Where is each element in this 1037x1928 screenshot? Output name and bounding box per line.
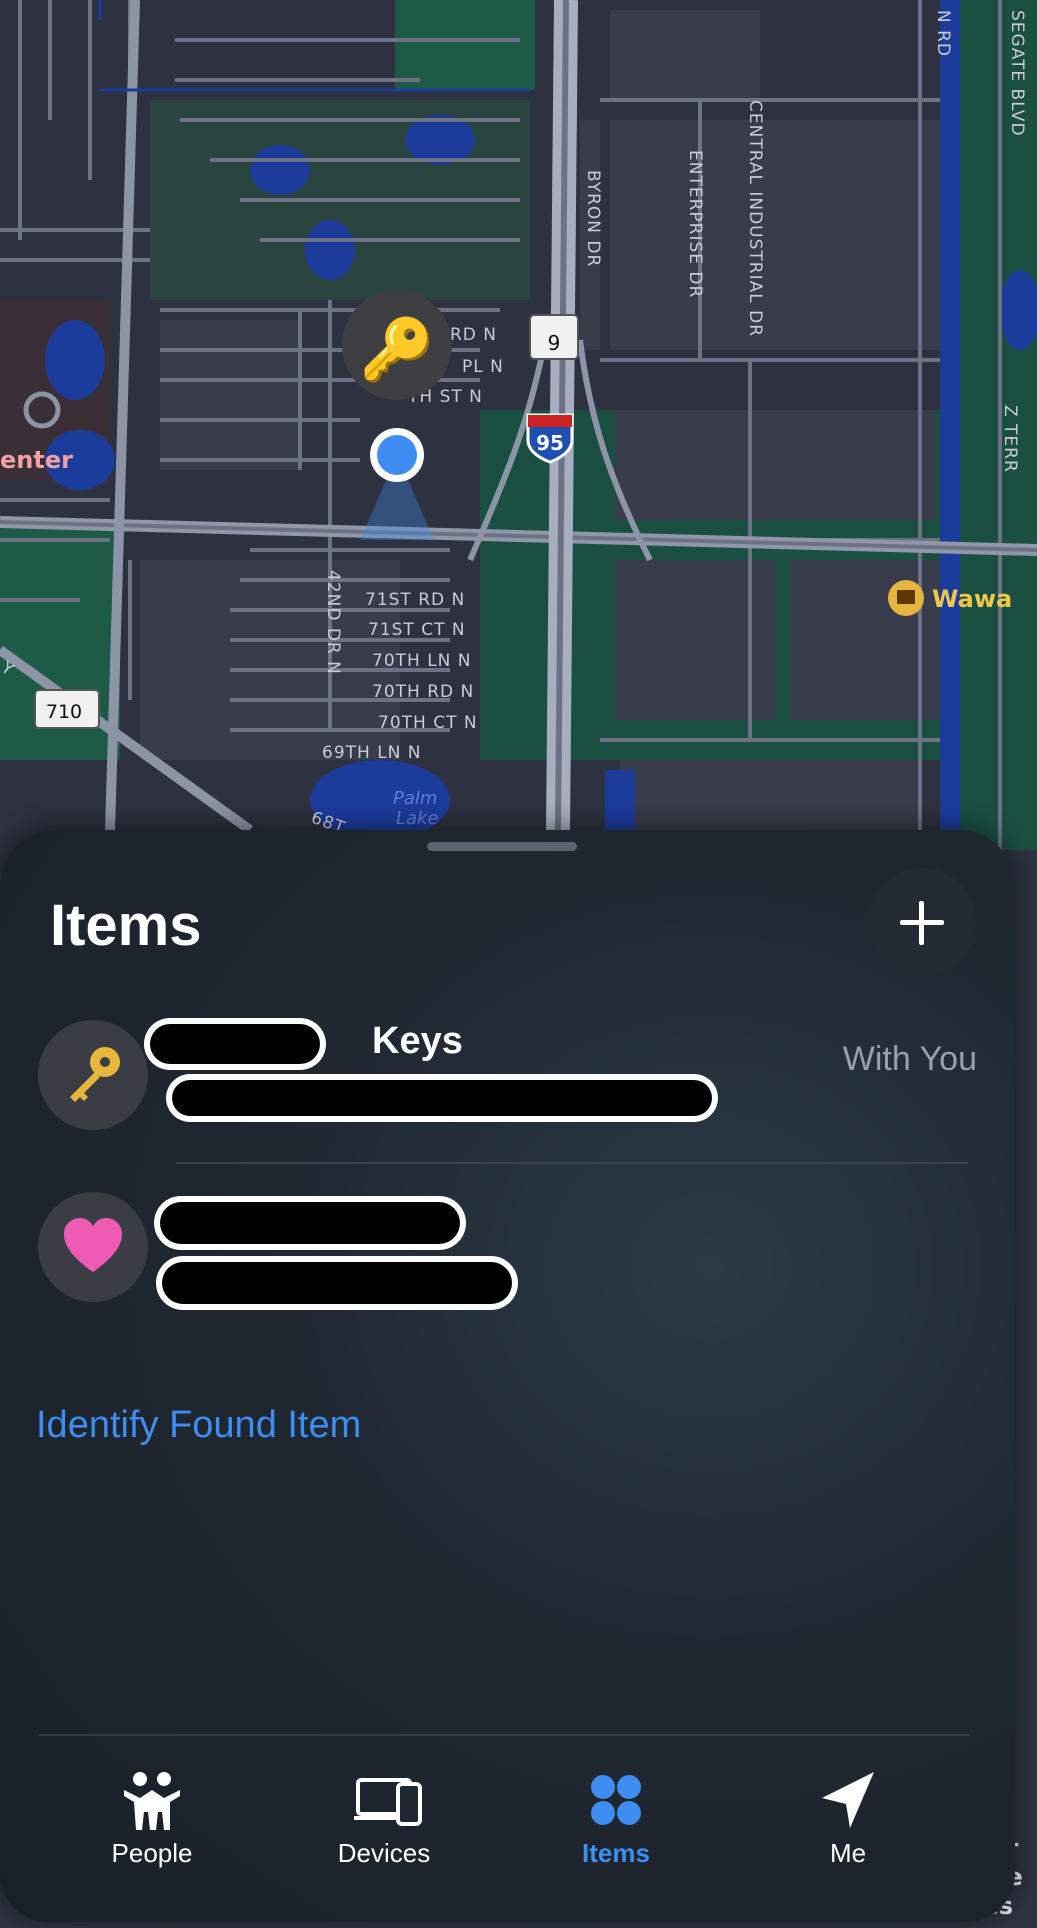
sheet-grabber[interactable] xyxy=(427,842,577,851)
item-avatar xyxy=(38,1192,148,1302)
item-row-keys[interactable]: Keys With You xyxy=(0,1020,1015,1160)
redaction-mark xyxy=(172,1080,712,1116)
svg-text:70TH LN N: 70TH LN N xyxy=(372,651,472,671)
list-divider xyxy=(176,1162,968,1164)
svg-text:Lake: Lake xyxy=(396,808,439,829)
tab-bar-divider xyxy=(38,1734,970,1736)
svg-text:ENTERPRISE DR: ENTERPRISE DR xyxy=(685,150,705,298)
item-avatar xyxy=(38,1020,148,1130)
svg-text:Wawa: Wawa xyxy=(932,585,1012,613)
me-icon xyxy=(822,1772,874,1828)
interstate-95-shield: 95 xyxy=(526,413,574,464)
redaction-mark xyxy=(150,1024,320,1064)
svg-text:CENTRAL INDUSTRIAL DR: CENTRAL INDUSTRIAL DR xyxy=(745,100,765,337)
svg-text:710: 710 xyxy=(46,701,82,723)
svg-text:71ST RD N: 71ST RD N xyxy=(365,590,465,610)
tab-people[interactable]: People xyxy=(62,1770,242,1880)
svg-text:BYRON DR: BYRON DR xyxy=(583,170,603,267)
svg-text:🔑: 🔑 xyxy=(360,313,435,385)
svg-text:RD N: RD N xyxy=(450,325,497,345)
heart-icon xyxy=(64,1218,122,1272)
svg-text:42ND DR N: 42ND DR N xyxy=(323,570,343,675)
key-icon xyxy=(70,1047,120,1102)
svg-text:PL N: PL N xyxy=(462,357,504,377)
tab-label: People xyxy=(111,1838,193,1868)
redaction-mark xyxy=(160,1202,460,1244)
identify-found-item-link[interactable]: Identify Found Item xyxy=(36,1404,361,1447)
devices-icon xyxy=(354,1778,422,1826)
svg-text:95: 95 xyxy=(536,431,564,455)
svg-text:69TH LN N: 69TH LN N xyxy=(322,743,422,763)
svg-text:N RD: N RD xyxy=(933,10,953,57)
add-item-button[interactable] xyxy=(868,868,976,976)
svg-text:enter: enter xyxy=(0,446,73,474)
svg-text:70TH RD N: 70TH RD N xyxy=(372,682,474,702)
tab-label: Me xyxy=(829,1838,867,1868)
people-icon xyxy=(124,1772,180,1830)
state-road-710-shield: 710 xyxy=(34,689,100,729)
tab-devices[interactable]: Devices xyxy=(294,1770,474,1880)
state-road-9-shield: 9 xyxy=(529,314,579,360)
wawa-poi[interactable]: Wawa xyxy=(888,580,1012,616)
keys-map-marker[interactable]: 🔑 xyxy=(342,290,452,400)
item-row-heart[interactable] xyxy=(0,1192,1015,1332)
svg-text:SEGATE BLVD: SEGATE BLVD xyxy=(1007,10,1027,137)
sheet-title: Items xyxy=(50,893,202,958)
svg-text:70TH CT N: 70TH CT N xyxy=(378,713,478,733)
items-icon xyxy=(591,1775,641,1825)
tab-items[interactable]: Items xyxy=(526,1770,706,1880)
svg-text:Z TERR: Z TERR xyxy=(1000,405,1020,473)
tab-label: Devices xyxy=(337,1838,431,1868)
items-sheet: Items Keys With You Identify Found Item xyxy=(0,830,1015,1922)
svg-text:9: 9 xyxy=(548,331,561,355)
item-name: Keys xyxy=(372,1020,463,1062)
svg-text:71ST CT N: 71ST CT N xyxy=(368,620,466,640)
tab-me[interactable]: Me xyxy=(758,1770,938,1880)
redaction-mark xyxy=(162,1262,512,1304)
tab-label: Items xyxy=(582,1838,650,1868)
svg-text:Palm: Palm xyxy=(393,788,437,809)
item-status: With You xyxy=(842,1040,977,1078)
